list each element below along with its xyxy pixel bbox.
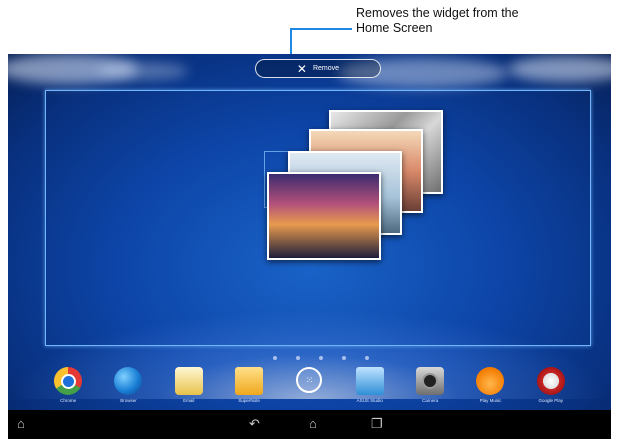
app-play-music[interactable]: Play Music xyxy=(462,367,518,403)
app-label: Play Music xyxy=(479,398,502,403)
remove-label: Remove xyxy=(312,65,340,72)
back-icon[interactable]: ↶ xyxy=(249,417,260,430)
recent-apps-icon[interactable]: ❐ xyxy=(371,417,383,430)
camera-icon xyxy=(416,367,445,395)
callout-text: Removes the widget from the Home Screen xyxy=(356,6,519,36)
page-dot[interactable] xyxy=(342,356,346,360)
page-dot[interactable] xyxy=(273,356,277,360)
app-label: Email xyxy=(183,398,195,403)
callout-line-2: Home Screen xyxy=(356,21,433,35)
remove-widget-bar[interactable]: ✕ Remove xyxy=(255,59,381,78)
app-camera[interactable]: Camera xyxy=(402,367,458,403)
home-icon[interactable]: ⌂ xyxy=(309,417,317,430)
app-label: Chrome xyxy=(60,398,77,403)
email-icon xyxy=(174,367,203,395)
page-indicator xyxy=(273,356,369,360)
navigation-bar: ⌂ ↶ ⌂ ❐ xyxy=(8,410,611,439)
callout-leader-horizontal xyxy=(290,28,352,30)
page-dot[interactable] xyxy=(319,356,323,360)
app-label: Google Play xyxy=(538,398,564,403)
app-browser[interactable]: Browser xyxy=(100,367,156,403)
app-google-play[interactable]: Google Play xyxy=(523,367,579,403)
callout-line-1: Removes the widget from the xyxy=(356,6,519,20)
app-label: Browser xyxy=(120,398,137,403)
app-label: ASUS Studio xyxy=(356,398,383,403)
page-dot[interactable] xyxy=(296,356,300,360)
home-screen: ✕ Remove Chrome Browser Email SuperNote … xyxy=(8,54,611,439)
headphones-icon xyxy=(476,367,505,395)
notebook-icon xyxy=(235,367,264,395)
all-apps-button[interactable]: ⁙ xyxy=(281,367,337,396)
photo-4[interactable] xyxy=(267,172,381,260)
home-up-icon[interactable]: ⌂ xyxy=(17,417,25,430)
cloud xyxy=(508,56,611,82)
app-chrome[interactable]: Chrome xyxy=(40,367,96,403)
page-dot[interactable] xyxy=(365,356,369,360)
all-apps-icon: ⁙ xyxy=(296,367,323,393)
cloud xyxy=(98,62,188,80)
app-supernote[interactable]: SuperNote xyxy=(221,367,277,403)
gallery-icon xyxy=(355,367,384,395)
globe-icon xyxy=(114,367,143,395)
app-label: Camera xyxy=(422,398,439,403)
app-label: SuperNote xyxy=(238,398,260,403)
play-store-icon xyxy=(536,367,565,395)
chrome-icon xyxy=(54,367,83,395)
close-icon: ✕ xyxy=(296,61,307,76)
dock: Chrome Browser Email SuperNote ⁙ ASUS St… xyxy=(8,367,611,409)
app-asus-studio[interactable]: ASUS Studio xyxy=(342,367,398,403)
app-email[interactable]: Email xyxy=(161,367,217,403)
